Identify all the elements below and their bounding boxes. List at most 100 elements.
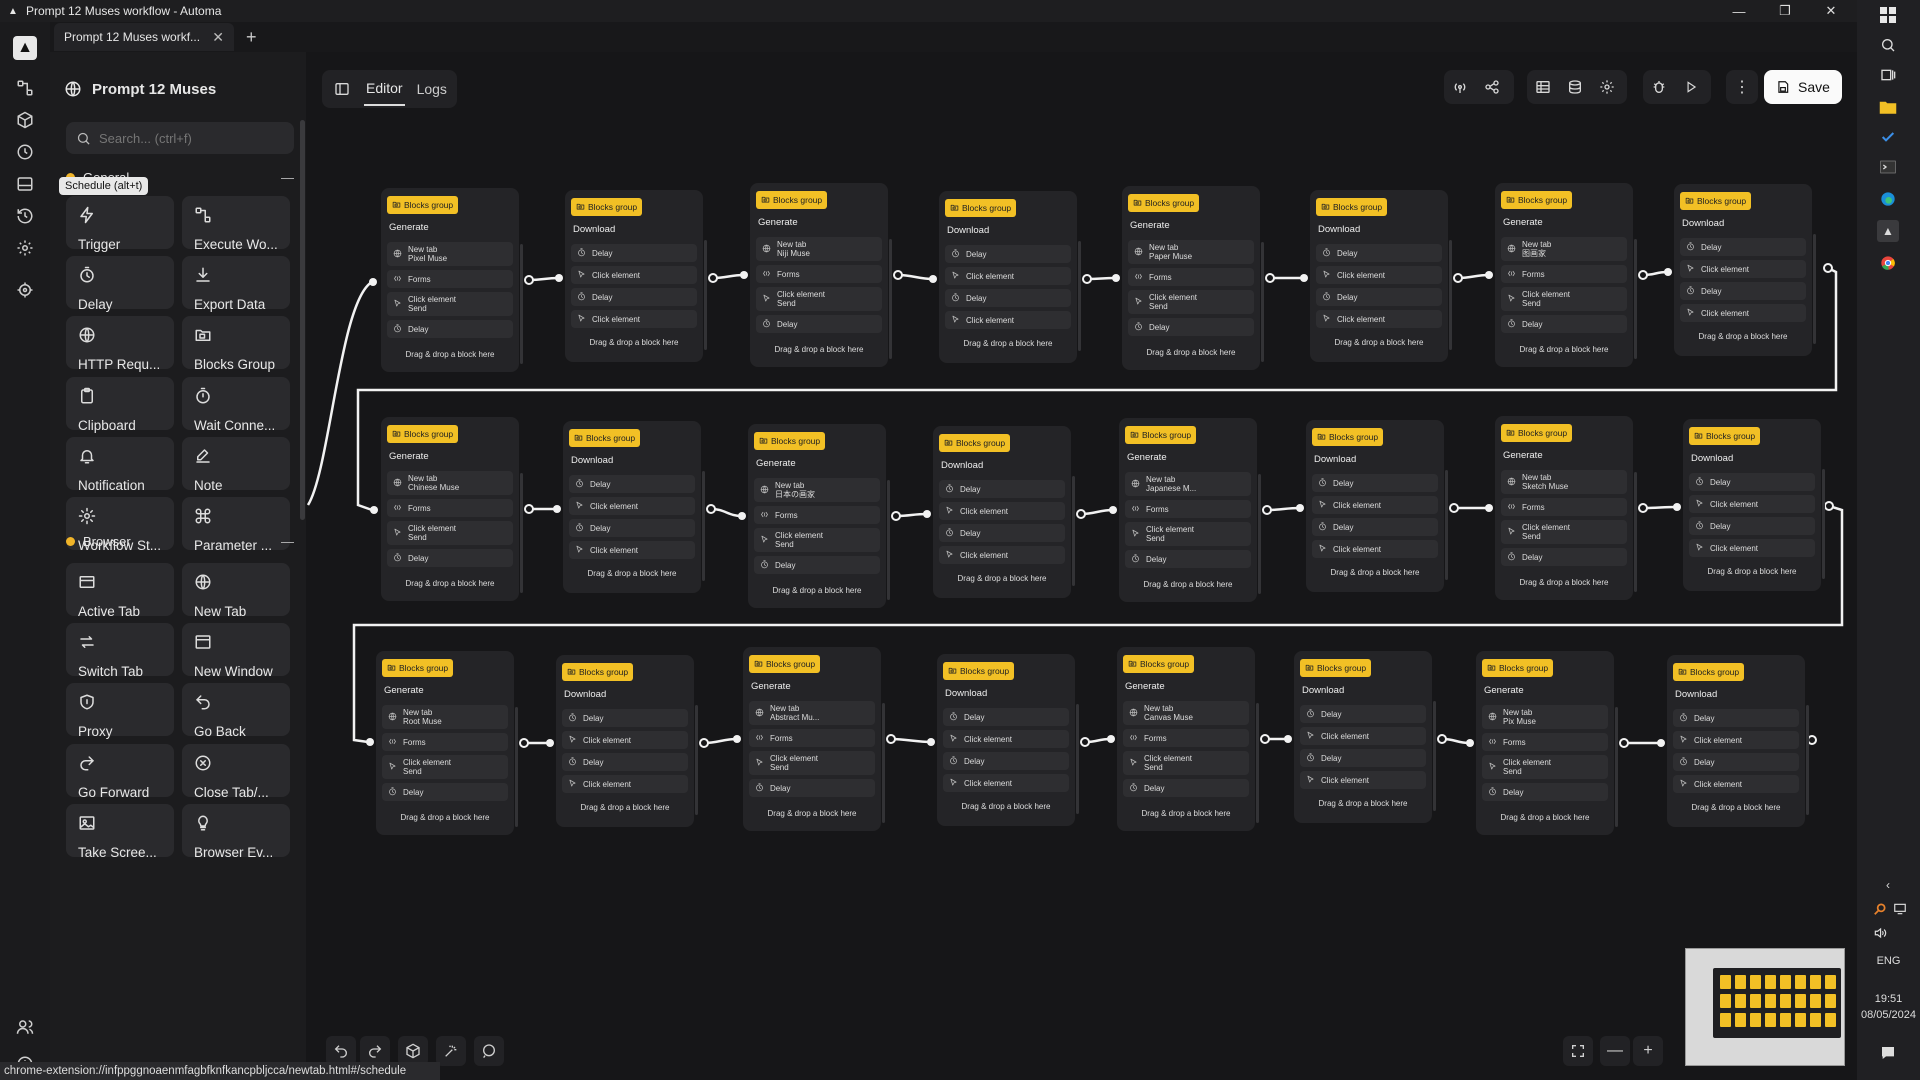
node-block-row[interactable]: Click element Send (749, 751, 875, 775)
edge-icon[interactable] (1877, 188, 1899, 210)
taskbar-search-icon[interactable] (1877, 34, 1899, 56)
node-block-row[interactable]: Delay (1680, 238, 1806, 256)
node-block-row[interactable]: Delay (387, 549, 513, 567)
node-block-row[interactable]: Click element (562, 775, 688, 793)
drop-zone[interactable]: Drag & drop a block here (1683, 567, 1821, 576)
download-group-node[interactable]: Blocks group Download Delay Click element De… (565, 190, 707, 362)
node-block-row[interactable]: Click element Send (1125, 522, 1251, 546)
node-block-row[interactable]: Delay (382, 783, 508, 801)
auto-arrange-icon[interactable] (436, 1036, 466, 1066)
display-icon[interactable] (1889, 898, 1911, 920)
node-block-row[interactable]: Click element Send (756, 287, 882, 311)
node-block-row[interactable]: New tab Abstract Mu... (749, 701, 875, 725)
download-group-node[interactable]: Blocks group Download Delay Click element De… (1306, 420, 1448, 592)
node-block-row[interactable]: Click element (945, 267, 1071, 285)
node-block-row[interactable]: Click element (1680, 260, 1806, 278)
drop-zone[interactable]: Drag & drop a block here (750, 345, 888, 354)
node-block-row[interactable]: Forms (387, 270, 513, 288)
drop-zone[interactable]: Drag & drop a block here (939, 339, 1077, 348)
chrome-icon[interactable] (1877, 252, 1899, 274)
node-block-row[interactable]: Click element (943, 730, 1069, 748)
drop-zone[interactable]: Drag & drop a block here (556, 803, 694, 812)
node-block-row[interactable]: Delay (1482, 783, 1608, 801)
node-block-row[interactable]: Delay (1501, 315, 1627, 333)
windows-start-icon[interactable] (1877, 4, 1899, 26)
node-block-row[interactable]: Delay (562, 753, 688, 771)
download-group-node[interactable]: Blocks group Download Delay Click element De… (556, 655, 698, 827)
node-block-row[interactable]: Delay (1300, 749, 1426, 767)
drop-zone[interactable]: Drag & drop a block here (1306, 568, 1444, 577)
node-block-row[interactable]: Forms (1128, 268, 1254, 286)
volume-icon[interactable] (1869, 922, 1891, 944)
generate-group-node[interactable]: Blocks group Generate New tab 图画家 Forms Click… (1495, 183, 1637, 367)
download-group-node[interactable]: Blocks group Download Delay Click element De… (937, 654, 1079, 826)
node-block-row[interactable]: Delay (756, 315, 882, 333)
fullscreen-icon[interactable] (1563, 1036, 1593, 1066)
node-block-row[interactable]: Click element (1316, 310, 1442, 328)
node-block-row[interactable]: Click element Send (387, 521, 513, 545)
download-group-node[interactable]: Blocks group Download Delay Click element De… (939, 191, 1081, 363)
node-block-row[interactable]: Delay (562, 709, 688, 727)
generate-group-node[interactable]: Blocks group Generate New tab Paper Muse For… (1122, 186, 1264, 370)
drop-zone[interactable]: Drag & drop a block here (1119, 580, 1257, 589)
node-block-row[interactable]: New tab 日本の画家 (754, 478, 880, 502)
node-block-row[interactable]: Forms (382, 733, 508, 751)
node-block-row[interactable]: Forms (1125, 500, 1251, 518)
node-block-row[interactable]: Click element (569, 497, 695, 515)
node-block-row[interactable]: Delay (939, 480, 1065, 498)
node-block-row[interactable]: Delay (1316, 288, 1442, 306)
node-block-row[interactable]: Click element (1680, 304, 1806, 322)
node-block-row[interactable]: Click element (1689, 495, 1815, 513)
node-block-row[interactable]: Click element Send (1128, 290, 1254, 314)
node-block-row[interactable]: Delay (939, 524, 1065, 542)
drop-zone[interactable]: Drag & drop a block here (1674, 332, 1812, 341)
node-block-row[interactable]: Delay (943, 708, 1069, 726)
download-group-node[interactable]: Blocks group Download Delay Click element De… (1683, 419, 1825, 591)
node-block-row[interactable]: Click element (1673, 731, 1799, 749)
download-group-node[interactable]: Blocks group Download Delay Click element De… (1674, 184, 1816, 356)
generate-group-node[interactable]: Blocks group Generate New tab 日本の画家 Forms Cli… (748, 424, 890, 608)
node-block-row[interactable]: Delay (1673, 709, 1799, 727)
generate-group-node[interactable]: Blocks group Generate New tab Pixel Muse For… (381, 188, 523, 372)
node-block-row[interactable]: New tab 图画家 (1501, 237, 1627, 261)
node-block-row[interactable]: New tab Niji Muse (756, 237, 882, 261)
node-block-row[interactable]: Delay (945, 245, 1071, 263)
zoom-out-icon[interactable]: — (1600, 1036, 1630, 1066)
node-block-row[interactable]: Delay (749, 779, 875, 797)
drop-zone[interactable]: Drag & drop a block here (937, 802, 1075, 811)
node-block-row[interactable]: Click element (1300, 727, 1426, 745)
generate-group-node[interactable]: Blocks group Generate New tab Japanese M...… (1119, 418, 1261, 602)
generate-group-node[interactable]: Blocks group Generate New tab Pix Muse Forms… (1476, 651, 1618, 835)
drop-zone[interactable]: Drag & drop a block here (1117, 809, 1255, 818)
node-block-row[interactable]: Click element (1673, 775, 1799, 793)
automa-taskbar-icon[interactable]: ▲ (1877, 220, 1899, 242)
node-block-row[interactable]: Delay (1501, 548, 1627, 566)
node-block-row[interactable]: Forms (1501, 265, 1627, 283)
node-block-row[interactable]: Click element (1316, 266, 1442, 284)
node-block-row[interactable]: Click element (562, 731, 688, 749)
node-block-row[interactable]: Click element (1300, 771, 1426, 789)
node-block-row[interactable]: Click element Send (382, 755, 508, 779)
node-block-row[interactable]: Click element Send (1501, 520, 1627, 544)
download-group-node[interactable]: Blocks group Download Delay Click element De… (933, 426, 1075, 598)
node-block-row[interactable]: Delay (754, 556, 880, 574)
node-block-row[interactable]: Click element (945, 311, 1071, 329)
node-block-row[interactable]: Delay (1673, 753, 1799, 771)
node-block-row[interactable]: Delay (1300, 705, 1426, 723)
generate-group-node[interactable]: Blocks group Generate New tab Root Muse Form… (376, 651, 518, 835)
download-group-node[interactable]: Blocks group Download Delay Click element De… (1310, 190, 1452, 362)
download-group-node[interactable]: Blocks group Download Delay Click element De… (1667, 655, 1809, 827)
node-block-row[interactable]: Click element (939, 502, 1065, 520)
node-block-row[interactable]: Forms (1123, 729, 1249, 747)
node-block-row[interactable]: Forms (754, 506, 880, 524)
search-tray-icon[interactable] (1869, 898, 1891, 920)
node-block-row[interactable]: Forms (756, 265, 882, 283)
node-block-row[interactable]: Delay (1123, 779, 1249, 797)
node-block-row[interactable]: New tab Canvas Muse (1123, 701, 1249, 725)
node-block-row[interactable]: Delay (1128, 318, 1254, 336)
node-block-row[interactable]: Delay (1689, 517, 1815, 535)
node-block-row[interactable]: Click element Send (1482, 755, 1608, 779)
drop-zone[interactable]: Drag & drop a block here (376, 813, 514, 822)
zoom-in-icon[interactable]: + (1633, 1036, 1663, 1066)
node-block-row[interactable]: Forms (1501, 498, 1627, 516)
